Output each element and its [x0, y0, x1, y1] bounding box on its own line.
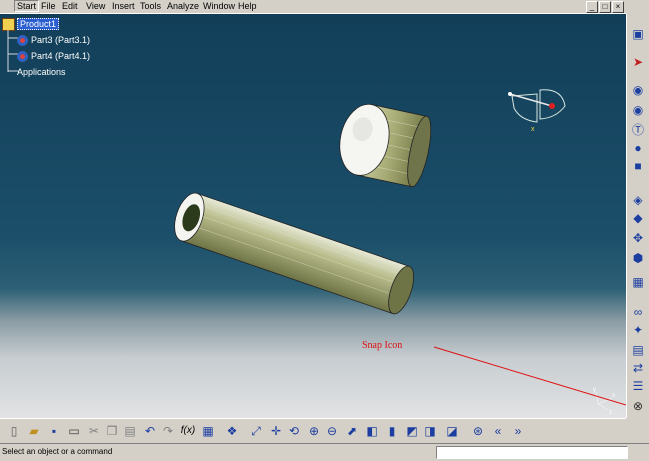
restore-button[interactable]: □ — [599, 1, 611, 13]
copy-icon[interactable]: ❐ — [104, 423, 120, 439]
tree-item-part3[interactable]: Part3 (Part3.1) — [2, 32, 90, 48]
comment-icon[interactable]: » — [510, 423, 526, 439]
binoculars-icon[interactable]: ∞ — [630, 304, 646, 320]
status-bar: Select an object or a command — [0, 443, 649, 461]
formula-icon[interactable]: f(x) — [180, 423, 196, 439]
fit-all-icon[interactable]: ⤢ — [248, 423, 264, 439]
compass-axis-label: x — [531, 126, 535, 133]
select-arrow-icon[interactable]: ➤ — [630, 54, 646, 70]
pan-icon[interactable]: ✛ — [268, 423, 284, 439]
snap-icon[interactable]: ⊗ — [630, 398, 646, 414]
text-icon[interactable]: Ⓣ — [630, 122, 646, 138]
paste-icon[interactable]: ▤ — [122, 423, 138, 439]
3d-viewport[interactable]: x x y z Product1 Part3 (Part3.1) Part4 (… — [0, 14, 626, 418]
status-message: Select an object or a command — [2, 447, 113, 456]
swap-icon[interactable]: ⇄ — [630, 360, 646, 376]
tube-part[interactable] — [169, 189, 419, 317]
part-gear-icon — [17, 51, 28, 63]
window-icon[interactable]: ▣ — [630, 26, 646, 42]
hide-icon[interactable]: ◩ — [404, 423, 420, 439]
zoom-in-icon[interactable]: ⊕ — [306, 423, 322, 439]
constraint-icon[interactable]: ◆ — [630, 210, 646, 226]
tree-item-part4-label[interactable]: Part4 (Part4.1) — [31, 51, 90, 61]
tree-item-applications-label[interactable]: Applications — [17, 67, 66, 77]
annotation-pointer-line — [433, 346, 626, 406]
triad-z-label: z — [609, 410, 612, 416]
new-icon[interactable]: ▯ — [6, 423, 22, 439]
bottom-toolbar: ▯ ▰ ▪ ▭ ✂ ❐ ▤ ↶ ↷ f(x) ▦ ❖ ⤢ ✛ ⟲ ⊕ ⊖ ⬈ ◧… — [0, 418, 626, 443]
cut-icon[interactable]: ✂ — [86, 423, 102, 439]
cylinder-part[interactable] — [333, 100, 435, 189]
menu-start[interactable]: Start — [14, 0, 40, 12]
normal-view-icon[interactable]: ⬈ — [344, 423, 360, 439]
swap-visible-icon[interactable]: ◨ — [422, 423, 438, 439]
axis-triad — [595, 391, 613, 411]
menu-file[interactable]: File — [41, 1, 56, 11]
right-toolbar: ▣ ➤ ◉ ◉ Ⓣ ● ■ ◈ ◆ ✥ ⬢ ▦ ∞ ✦ ▤ ⇄ ☰ ⊗ — [626, 14, 649, 418]
zoom-out-icon[interactable]: ⊖ — [324, 423, 340, 439]
sync-icon[interactable]: ◪ — [444, 423, 460, 439]
menu-bar: Start File Edit View Insert Tools Analyz… — [0, 0, 626, 14]
menu-analyze[interactable]: Analyze — [167, 1, 199, 11]
cube-icon[interactable]: ■ — [630, 158, 646, 174]
minimize-button[interactable]: _ — [586, 1, 598, 13]
view-icon[interactable]: ◧ — [364, 423, 380, 439]
tree-item-applications[interactable]: Applications — [2, 64, 90, 80]
specification-tree: Product1 Part3 (Part3.1) Part4 (Part4.1)… — [2, 16, 90, 80]
menu-window[interactable]: Window — [203, 1, 235, 11]
assembly-icon[interactable]: ◈ — [630, 192, 646, 208]
manipulate-icon[interactable]: ✥ — [630, 230, 646, 246]
document-icon[interactable]: ▤ — [630, 342, 646, 358]
explode-icon[interactable]: ▦ — [630, 274, 646, 290]
rotate-icon[interactable]: ⟲ — [286, 423, 302, 439]
fly-icon[interactable]: ❖ — [224, 423, 240, 439]
close-button[interactable]: × — [612, 1, 624, 13]
redo-icon[interactable]: ↷ — [160, 423, 176, 439]
tree-root-label[interactable]: Product1 — [17, 18, 60, 30]
part-gear-icon — [17, 35, 28, 47]
clash-icon[interactable]: ✦ — [630, 322, 646, 338]
tree-item-part3-label[interactable]: Part3 (Part3.1) — [31, 35, 90, 45]
open-icon[interactable]: ▰ — [26, 423, 42, 439]
sphere-icon[interactable]: ● — [630, 140, 646, 156]
menu-tools[interactable]: Tools — [140, 1, 161, 11]
print-icon[interactable]: ▭ — [66, 423, 82, 439]
command-input[interactable] — [436, 446, 628, 459]
tree-item-part4[interactable]: Part4 (Part4.1) — [2, 48, 90, 64]
compass-widget[interactable] — [508, 89, 566, 123]
camera-2-icon[interactable]: ◉ — [630, 102, 646, 118]
undo-icon[interactable]: ↶ — [142, 423, 158, 439]
menu-view[interactable]: View — [86, 1, 105, 11]
menu-edit[interactable]: Edit — [62, 1, 78, 11]
first-icon[interactable]: ⊛ — [470, 423, 486, 439]
render-icon[interactable]: ▮ — [384, 423, 400, 439]
save-icon[interactable]: ▪ — [46, 423, 62, 439]
triad-x-label: x — [612, 393, 615, 399]
scene-graphics: x x y z — [169, 89, 626, 416]
table-icon[interactable]: ▦ — [200, 423, 216, 439]
window-controls: _ □ × — [585, 0, 624, 13]
menu-insert[interactable]: Insert — [112, 1, 135, 11]
list-icon[interactable]: ☰ — [630, 378, 646, 394]
move-icon[interactable]: ⬢ — [630, 250, 646, 266]
menu-help[interactable]: Help — [238, 1, 257, 11]
last-icon[interactable]: « — [490, 423, 506, 439]
camera-icon[interactable]: ◉ — [630, 82, 646, 98]
snap-icon-annotation: Snap Icon — [362, 340, 403, 351]
triad-y-label: y — [593, 387, 596, 393]
